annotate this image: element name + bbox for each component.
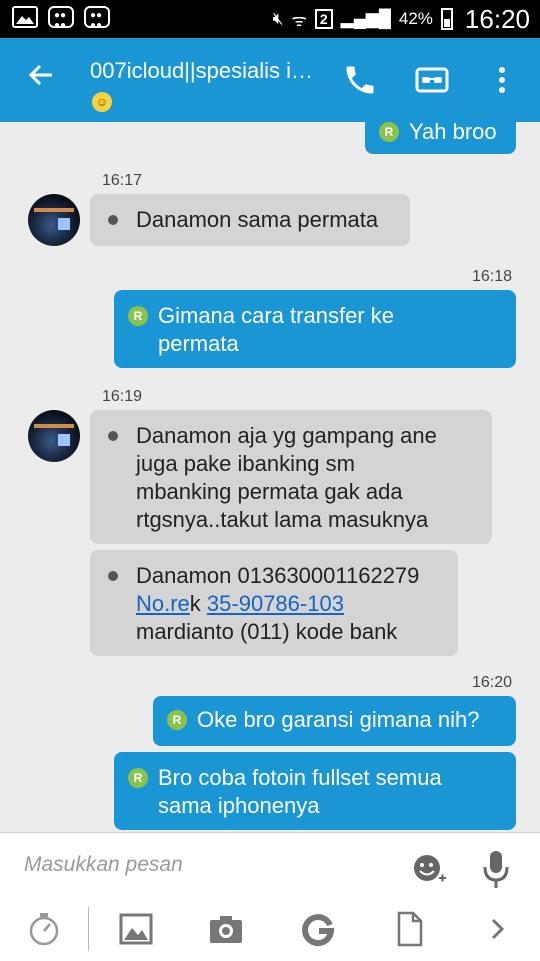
signal-icon: ▂▄▆█ bbox=[340, 9, 391, 28]
app-bar: 007icloud||spesialis iphone ☺ bbox=[0, 38, 540, 122]
phone-link[interactable]: 35-90786-103 bbox=[207, 591, 344, 616]
mic-icon[interactable] bbox=[482, 849, 510, 889]
read-receipt-icon: R bbox=[128, 768, 148, 788]
account-line: Danamon 013630001162279 bbox=[136, 563, 420, 588]
bbm-notification-icon: ●● ●● bbox=[48, 6, 74, 31]
file-icon[interactable] bbox=[392, 911, 428, 947]
message-text: Bro coba fotoin fullset semua sama iphon… bbox=[158, 765, 442, 818]
back-arrow-icon[interactable] bbox=[26, 60, 56, 97]
bullet-icon bbox=[108, 431, 118, 441]
wifi-icon: ᯤ bbox=[291, 10, 307, 30]
account-link[interactable]: No.re bbox=[136, 591, 190, 616]
emoji-add-icon[interactable] bbox=[412, 851, 446, 885]
incoming-message[interactable]: Danamon aja yg gampang ane juga pake iba… bbox=[90, 410, 492, 544]
outgoing-message[interactable]: R Yah broo bbox=[365, 122, 516, 154]
chat-title[interactable]: 007icloud||spesialis iphone bbox=[90, 58, 320, 84]
timestamp: 16:17 bbox=[102, 172, 143, 189]
phone-icon[interactable] bbox=[342, 62, 378, 98]
message-text: Gimana cara transfer ke permata bbox=[158, 303, 394, 356]
smiley-icon: ☺ bbox=[92, 92, 112, 112]
toolbar-divider bbox=[88, 907, 89, 951]
message-list[interactable]: R Yah broo 16:17 Danamon sama permata 16… bbox=[0, 122, 540, 832]
bbm-notification-icon-2: ●● ●● bbox=[84, 6, 110, 31]
timestamp: 16:18 bbox=[472, 268, 513, 285]
battery-icon bbox=[440, 8, 453, 30]
account-text: k bbox=[189, 591, 207, 616]
bullet-icon bbox=[108, 571, 118, 581]
sim-indicator: 2 bbox=[314, 9, 333, 29]
read-receipt-icon: R bbox=[167, 710, 187, 730]
bank-code-line: mardianto (011) kode bank bbox=[136, 619, 398, 644]
message-input[interactable]: Masukkan pesan bbox=[24, 853, 183, 877]
timestamp: 16:20 bbox=[472, 674, 513, 691]
incoming-message[interactable]: Danamon sama permata bbox=[90, 194, 410, 246]
timer-icon[interactable] bbox=[26, 911, 62, 947]
more-options-icon[interactable] bbox=[490, 62, 514, 98]
glasses-icon[interactable] bbox=[414, 62, 450, 98]
timestamp: 16:19 bbox=[102, 388, 143, 405]
incoming-message[interactable]: Danamon 013630001162279 No.rek 35-90786-… bbox=[90, 550, 458, 656]
contact-avatar[interactable] bbox=[28, 410, 80, 462]
contact-avatar[interactable] bbox=[28, 194, 80, 246]
attachment-toolbar bbox=[0, 903, 540, 961]
mute-icon: 🔇︎ bbox=[272, 9, 284, 28]
battery-percent: 42% bbox=[398, 9, 433, 28]
compose-bar: Masukkan pesan bbox=[0, 832, 540, 961]
outgoing-message[interactable]: R Oke bro garansi gimana nih? bbox=[153, 696, 516, 746]
message-text: Oke bro garansi gimana nih? bbox=[197, 707, 480, 732]
g-icon[interactable] bbox=[300, 911, 336, 947]
read-receipt-icon: R bbox=[128, 306, 148, 326]
message-text: Danamon sama permata bbox=[136, 207, 379, 232]
outgoing-message[interactable]: R Gimana cara transfer ke permata bbox=[114, 290, 516, 368]
message-text: Danamon 013630001162279 No.rek 35-90786-… bbox=[136, 562, 419, 646]
image-notification-icon bbox=[12, 6, 38, 28]
read-receipt-icon: R bbox=[379, 122, 399, 142]
outgoing-message[interactable]: R Bro coba fotoin fullset semua sama iph… bbox=[114, 752, 516, 830]
message-text: Danamon aja yg gampang ane juga pake iba… bbox=[136, 423, 437, 532]
gallery-icon[interactable] bbox=[118, 911, 154, 947]
status-bar: ●● ●● ●● ●● 🔇︎ ᯤ 2 ▂▄▆█ 42% 16:20 bbox=[0, 0, 540, 38]
chevron-right-icon[interactable] bbox=[480, 911, 516, 947]
clock: 16:20 bbox=[464, 3, 530, 34]
camera-icon[interactable] bbox=[208, 911, 244, 947]
bullet-icon bbox=[108, 215, 118, 225]
message-text: Yah broo bbox=[409, 122, 497, 144]
